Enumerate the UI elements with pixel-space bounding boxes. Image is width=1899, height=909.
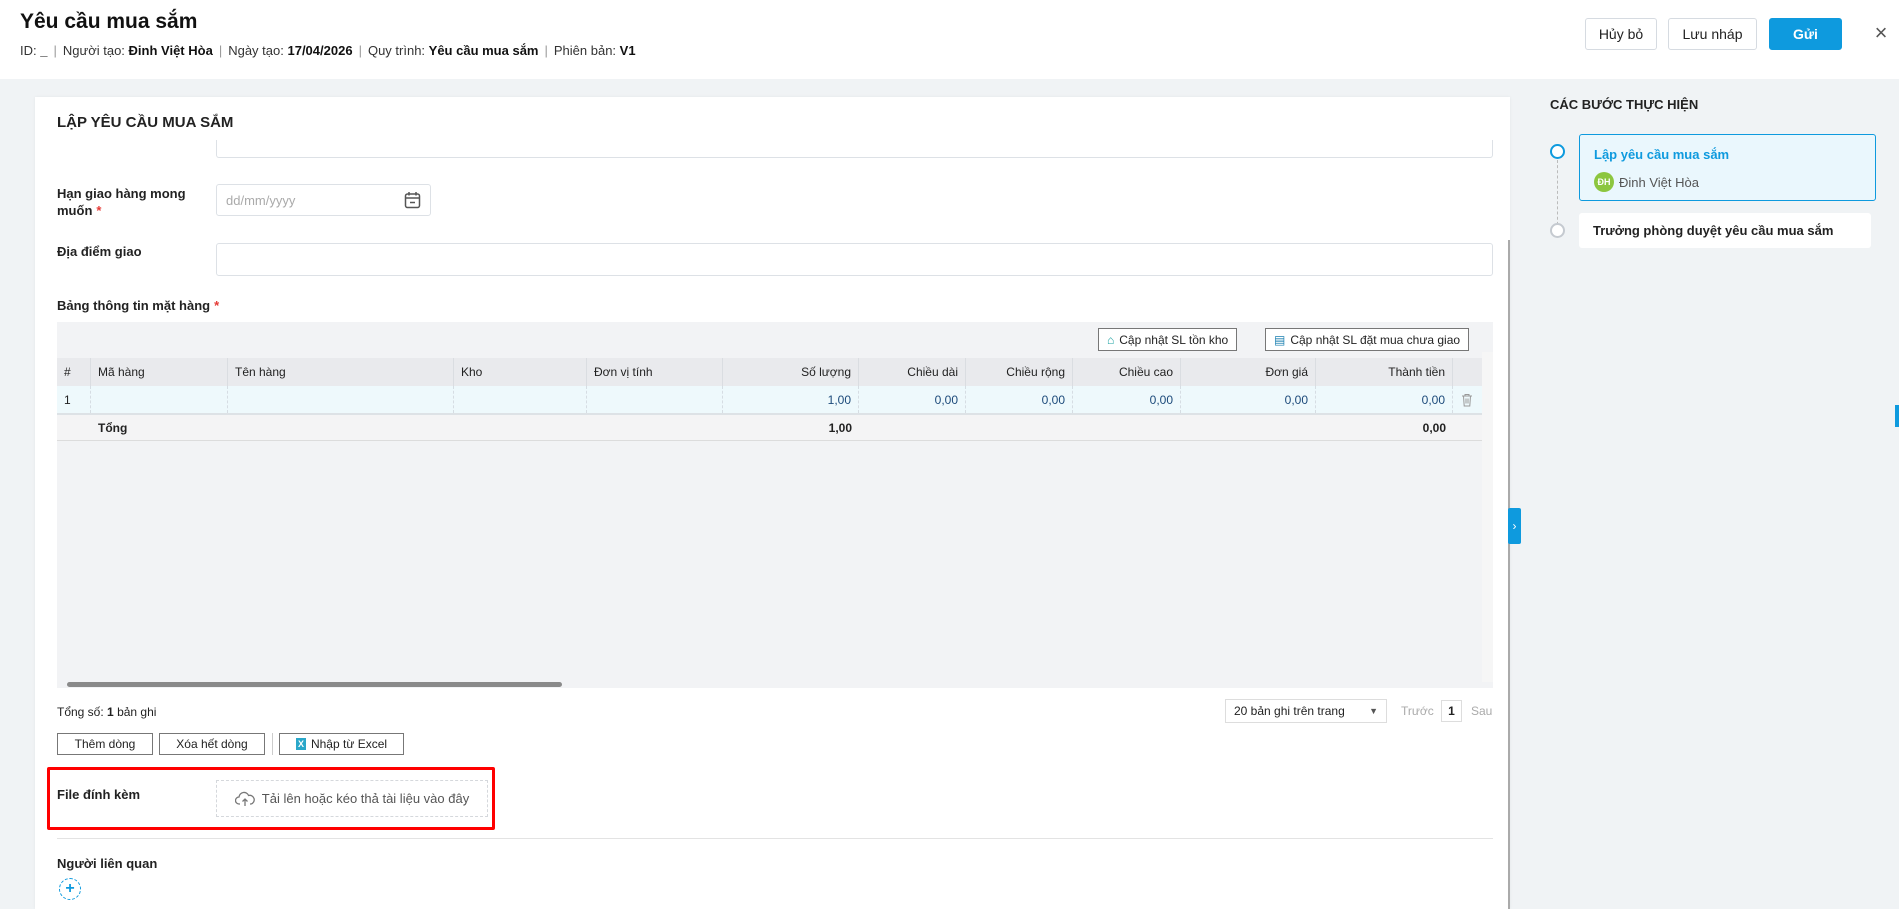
delivery-place-label: Địa điểm giao: [57, 244, 142, 259]
chevron-down-icon: ▼: [1369, 706, 1378, 716]
import-excel-button[interactable]: X Nhập từ Excel: [279, 733, 404, 755]
cell-name[interactable]: [228, 386, 454, 413]
warehouse-icon: ⌂: [1107, 332, 1115, 347]
cell-height[interactable]: 0,00: [1073, 386, 1181, 413]
total-quantity: 1,00: [828, 420, 852, 435]
cell-unit[interactable]: [587, 386, 723, 413]
meta-label: ID:: [20, 43, 37, 58]
column-header-unit-price[interactable]: Đơn giá: [1181, 358, 1316, 386]
page-title: Yêu cầu mua sắm: [20, 10, 198, 33]
column-header-amount[interactable]: Thành tiền: [1316, 358, 1453, 386]
clipboard-icon: ▤: [1274, 332, 1286, 347]
meta-value: Yêu cầu mua sắm: [428, 43, 539, 58]
steps-title: CÁC BƯỚC THỰC HIỆN: [1550, 97, 1699, 112]
send-button[interactable]: Gửi: [1769, 18, 1842, 50]
meta-value: 17/04/2026: [287, 43, 353, 58]
add-row-button[interactable]: Thêm dòng: [57, 733, 153, 755]
items-table: ⌂ Cập nhật SL tồn kho ▤ Cập nhật SL đặt mu…: [57, 322, 1493, 688]
collapse-panel-toggle[interactable]: ›: [1508, 508, 1521, 544]
meta-info: ID: _ | Người tạo: Đinh Việt Hòa | Ngày tạo:…: [20, 43, 636, 58]
attachment-label: File đính kèm: [57, 787, 141, 802]
header: Yêu cầu mua sắm ID: _ | Người tạo: Đinh Vi…: [0, 0, 1899, 79]
form-title: LẬP YÊU CẦU MUA SẮM: [57, 114, 234, 131]
meta-value: _: [40, 43, 48, 58]
file-upload-dropzone[interactable]: Tải lên hoặc kéo thả tài liệu vào đây: [216, 780, 488, 817]
step-dot: [1550, 223, 1565, 238]
card-scrollbar[interactable]: [1508, 240, 1510, 909]
table-header: # Mã hàng Tên hàng Kho Đơn vị tính Số lượng Ch…: [57, 358, 1482, 386]
avatar: ĐH: [1594, 172, 1614, 192]
meta-label: Người tạo:: [62, 43, 125, 58]
column-header-code[interactable]: Mã hàng: [91, 358, 228, 386]
separator: |: [53, 43, 57, 58]
close-icon[interactable]: ×: [1870, 20, 1892, 46]
form-card: LẬP YÊU CẦU MUA SẮM Hạn giao hàng mong m…: [35, 97, 1510, 909]
column-header-quantity[interactable]: Số lượng: [723, 358, 859, 386]
cell-quantity[interactable]: 1,00: [723, 386, 859, 413]
calendar-icon[interactable]: [404, 191, 421, 209]
previous-field-input[interactable]: [216, 140, 1493, 158]
meta-value: Đinh Việt Hòa: [128, 43, 213, 58]
column-header-unit[interactable]: Đơn vị tính: [587, 358, 723, 386]
cell-index: 1: [57, 386, 91, 413]
update-ordered-button[interactable]: ▤ Cập nhật SL đặt mua chưa giao: [1265, 328, 1470, 351]
save-draft-button[interactable]: Lưu nháp: [1668, 18, 1757, 50]
page-size-select[interactable]: 20 bản ghi trên trang ▼: [1225, 699, 1387, 723]
column-header-width[interactable]: Chiều rộng: [966, 358, 1073, 386]
excel-icon: X: [295, 738, 306, 750]
cell-unit-price[interactable]: 0,00: [1181, 386, 1316, 413]
delivery-deadline-input[interactable]: dd/mm/yyyy: [216, 184, 431, 216]
add-person-button[interactable]: +: [59, 878, 81, 900]
vertical-scrollbar[interactable]: [1482, 352, 1493, 682]
separator: |: [544, 43, 548, 58]
delivery-deadline-label: Hạn giao hàng mong muốn *: [57, 186, 186, 218]
meta-label: Quy trình:: [367, 43, 426, 58]
page-number[interactable]: 1: [1441, 700, 1462, 722]
total-label: Tổng: [98, 420, 128, 435]
table-row[interactable]: 1 1,00 0,00 0,00 0,00 0,00 0,00: [57, 386, 1482, 415]
step-name: Lập yêu cầu mua sắm: [1594, 147, 1730, 162]
step-assignee: Đinh Việt Hòa: [1619, 175, 1699, 190]
update-stock-button[interactable]: ⌂ Cập nhật SL tồn kho: [1098, 328, 1238, 351]
step-item-2[interactable]: Trưởng phòng duyệt yêu cầu mua sắm: [1579, 213, 1871, 248]
related-people-label: Người liên quan: [57, 856, 158, 871]
step-connector: [1557, 160, 1558, 230]
meta-value: V1: [619, 43, 636, 58]
step-item-1[interactable]: Lập yêu cầu mua sắm ĐH Đinh Việt Hòa: [1579, 134, 1876, 201]
delete-all-rows-button[interactable]: Xóa hết dòng: [159, 733, 265, 755]
meta-label: Phiên bản:: [553, 43, 617, 58]
horizontal-scrollbar[interactable]: [67, 682, 562, 687]
step-name: Trưởng phòng duyệt yêu cầu mua sắm: [1593, 223, 1834, 238]
trash-icon[interactable]: [1453, 386, 1481, 413]
column-header-warehouse[interactable]: Kho: [454, 358, 587, 386]
divider: [57, 838, 1493, 839]
cancel-button[interactable]: Hủy bỏ: [1585, 18, 1657, 50]
side-tab[interactable]: [1895, 405, 1899, 427]
column-header-height[interactable]: Chiều cao: [1073, 358, 1181, 386]
action-column: [1453, 358, 1481, 386]
total-row: Tổng 1,00 0,00: [57, 415, 1482, 441]
total-records: Tổng số: 1 bản ghi: [57, 705, 157, 719]
divider: [272, 733, 273, 755]
separator: |: [218, 43, 223, 58]
cell-width[interactable]: 0,00: [966, 386, 1073, 413]
total-amount: 0,00: [1422, 420, 1446, 435]
delivery-place-input[interactable]: [216, 243, 1493, 276]
cell-amount[interactable]: 0,00: [1316, 386, 1453, 413]
cloud-upload-icon: [234, 791, 255, 806]
column-header-name[interactable]: Tên hàng: [228, 358, 454, 386]
meta-label: Ngày tạo:: [228, 43, 284, 58]
next-page-button[interactable]: Sau: [1471, 704, 1492, 718]
column-header-index[interactable]: #: [57, 358, 91, 386]
column-header-length[interactable]: Chiều dài: [859, 358, 966, 386]
prev-page-button[interactable]: Trước: [1401, 704, 1434, 718]
step-dot-active: [1550, 144, 1565, 159]
cell-warehouse[interactable]: [454, 386, 587, 413]
cell-length[interactable]: 0,00: [859, 386, 966, 413]
date-placeholder: dd/mm/yyyy: [226, 192, 296, 208]
items-label: Bảng thông tin mặt hàng *: [57, 298, 220, 313]
cell-code[interactable]: [91, 386, 228, 413]
separator: |: [358, 43, 362, 58]
